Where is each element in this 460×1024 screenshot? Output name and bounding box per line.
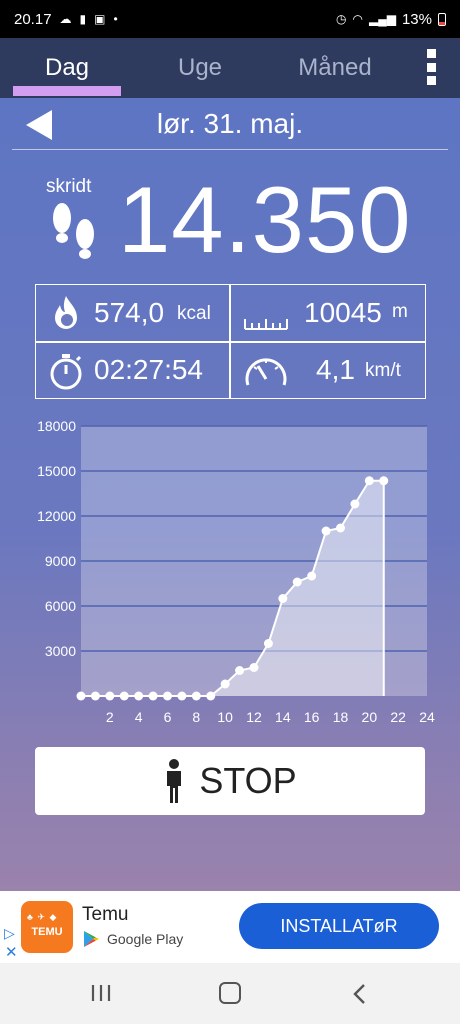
chart-data-point	[163, 691, 172, 701]
person-icon	[167, 759, 182, 803]
chart-data-point	[307, 571, 317, 581]
chart-x-tick-label: 12	[246, 709, 262, 725]
chart-y-tick-label: 12000	[37, 508, 76, 524]
stats-grid: 574,0 kcal 10045 m 02:27:54 4,1 km/t	[35, 284, 426, 399]
chart-data-point	[292, 577, 302, 587]
chart-data-point	[220, 679, 230, 689]
chart-x-tick-label: 8	[192, 709, 200, 725]
logo-decoration: ♣ ✈ ◆	[27, 912, 58, 922]
tab-week[interactable]: Uge	[145, 38, 255, 98]
overflow-menu-button[interactable]	[424, 49, 438, 85]
ad-close-icon[interactable]: ✕	[5, 943, 18, 961]
active-tab-indicator	[13, 86, 121, 96]
main-content: lør. 31. maj. skridt 14.350 574,0 kcal 1…	[0, 98, 460, 891]
calories-value: 574,0	[94, 297, 165, 328]
footsteps-icon	[53, 203, 94, 259]
navigation-bar	[0, 963, 460, 1024]
calories-unit: kcal	[177, 303, 211, 324]
logo-text: TEMU	[31, 926, 63, 938]
install-button[interactable]: INSTALLATøR	[239, 903, 439, 949]
date-label: lør. 31. maj.	[156, 108, 304, 139]
menu-dot	[426, 76, 436, 85]
duration-value: 02:27:54	[94, 354, 203, 385]
steps-chart: 3000600090001200015000180002 4 6 8 10 12 14 16 1…	[37, 418, 435, 725]
stop-button[interactable]: STOP	[35, 747, 425, 815]
speed-value: 4,1	[316, 354, 355, 385]
chart-y-tick-label: 3000	[45, 643, 76, 659]
status-bar: 20.17 ☁ ▮ ▣ • ◷ ◠ ▂▄▆ 13%	[0, 0, 460, 38]
chart-x-tick-label: 20	[362, 709, 378, 725]
ad-banner[interactable]: ▷ ✕ ♣ ✈ ◆ TEMU Temu Google Play INSTALLA…	[0, 891, 460, 963]
alarm-icon: ◷	[336, 12, 347, 26]
ruler-icon	[244, 319, 288, 330]
chart-data-point	[364, 476, 374, 486]
menu-dot	[426, 62, 436, 72]
chart-x-tick-label: 6	[164, 709, 172, 725]
status-time: 20.17	[14, 10, 52, 28]
chart-data-point	[105, 691, 115, 701]
chart-data-point	[278, 594, 288, 603]
chart-x-tick-label: 4	[135, 709, 143, 725]
home-icon[interactable]	[219, 982, 241, 1004]
chart-data-point	[263, 639, 273, 648]
menu-dot	[426, 49, 436, 58]
signal-icon: ▂▄▆	[369, 12, 396, 26]
flame-icon	[55, 296, 77, 329]
wifi-icon: ◠	[352, 12, 363, 26]
chart-x-tick-label: 16	[304, 709, 320, 725]
chart-data-point	[235, 666, 245, 675]
temu-logo: ♣ ✈ ◆ TEMU	[21, 901, 73, 953]
chart-data-point	[379, 476, 389, 486]
steps-label: skridt	[46, 176, 92, 197]
chart-x-tick-label: 22	[390, 709, 406, 725]
alert-icon: ▮	[79, 12, 87, 26]
recent-apps-icon[interactable]	[90, 984, 112, 1002]
speed-unit: km/t	[365, 360, 401, 381]
distance-unit: m	[392, 301, 408, 322]
chart-y-tick-label: 15000	[37, 463, 76, 479]
chart-x-tick-label: 10	[217, 709, 233, 725]
chart-data-point	[336, 523, 345, 533]
stop-button-label: STOP	[199, 760, 297, 801]
chart-y-tick-label: 18000	[37, 418, 76, 434]
ad-store-label: Google Play	[107, 931, 184, 947]
chart-data-point	[350, 499, 360, 509]
ad-app-name: Temu	[82, 904, 129, 925]
chart-data-point	[90, 691, 100, 701]
dot-icon: •	[113, 12, 118, 26]
chart-y-tick-label: 6000	[45, 598, 76, 614]
chart-y-tick-label: 9000	[45, 553, 76, 569]
chart-data-point	[119, 691, 129, 701]
chart-x-tick-label: 2	[106, 709, 114, 725]
google-play-icon	[84, 931, 99, 947]
cloud-icon: ☁	[59, 12, 72, 26]
tab-month[interactable]: Måned	[280, 38, 390, 98]
distance-value: 10045	[304, 297, 382, 328]
ad-info-icon[interactable]: ▷	[4, 925, 15, 942]
chart-data-point	[177, 691, 187, 701]
battery-percent: 13%	[401, 10, 432, 28]
battery-icon	[438, 12, 446, 26]
chart-data-point	[76, 691, 86, 701]
chart-x-tick-label: 14	[275, 709, 291, 725]
chart-data-point	[148, 691, 158, 701]
chart-data-point	[249, 663, 259, 672]
speedometer-icon	[245, 358, 287, 386]
date-header: lør. 31. maj.	[12, 98, 448, 150]
back-icon[interactable]	[352, 983, 366, 1005]
grid-divider	[36, 341, 425, 343]
chart-data-point	[321, 526, 331, 536]
chart-x-tick-label: 24	[419, 709, 435, 725]
chart-data-point	[191, 691, 201, 701]
chart-data-point	[134, 691, 144, 701]
chart-data-point	[206, 691, 216, 701]
chart-x-tick-label: 18	[333, 709, 349, 725]
steps-count: 14.350	[118, 167, 412, 272]
image-icon: ▣	[94, 12, 106, 26]
stopwatch-icon	[50, 354, 82, 390]
